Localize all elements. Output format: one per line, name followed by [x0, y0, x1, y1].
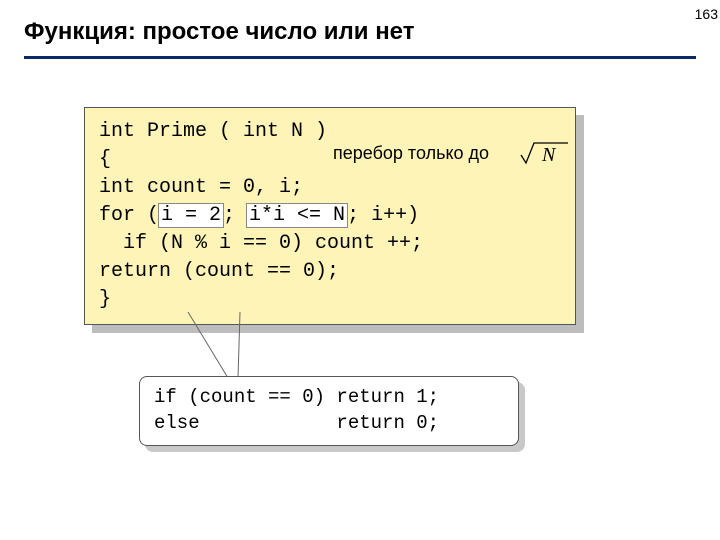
callout-line-2: else return 0;	[154, 412, 439, 434]
code-box: int Prime ( int N ) { int count = 0, i; …	[84, 107, 576, 325]
slide-title: Функция: простое число или нет	[24, 18, 696, 52]
code-line-3: int count = 0, i;	[99, 176, 303, 199]
sqrt-n-label: N	[541, 144, 557, 165]
code-line-5: if (N % i == 0) count ++;	[99, 232, 423, 255]
code-line-7: }	[99, 288, 111, 311]
code-line-1: int Prime ( int N )	[99, 120, 327, 143]
callout-code: if (count == 0) return 1; else return 0;	[154, 385, 504, 436]
content-area: int Prime ( int N ) { int count = 0, i; …	[0, 65, 720, 515]
code-listing: int Prime ( int N ) { int count = 0, i; …	[99, 118, 561, 314]
sqrt-n-icon: N	[520, 141, 570, 165]
title-block: Функция: простое число или нет	[0, 0, 720, 65]
code-hl-cond: i*i <= N	[247, 204, 347, 227]
code-line-4a: for (	[99, 204, 159, 227]
code-hl-init: i = 2	[159, 204, 223, 227]
code-line-2: {	[99, 148, 111, 171]
annotation-text: перебор только до	[333, 143, 489, 164]
code-line-4c: ; i++)	[347, 204, 419, 227]
code-line-6: return (count == 0);	[99, 260, 339, 283]
callout-line-1: if (count == 0) return 1;	[154, 386, 439, 408]
code-line-4b: ;	[223, 204, 247, 227]
page-number: 163	[695, 6, 718, 22]
callout-box: if (count == 0) return 1; else return 0;	[139, 376, 519, 446]
title-underline	[24, 56, 696, 59]
